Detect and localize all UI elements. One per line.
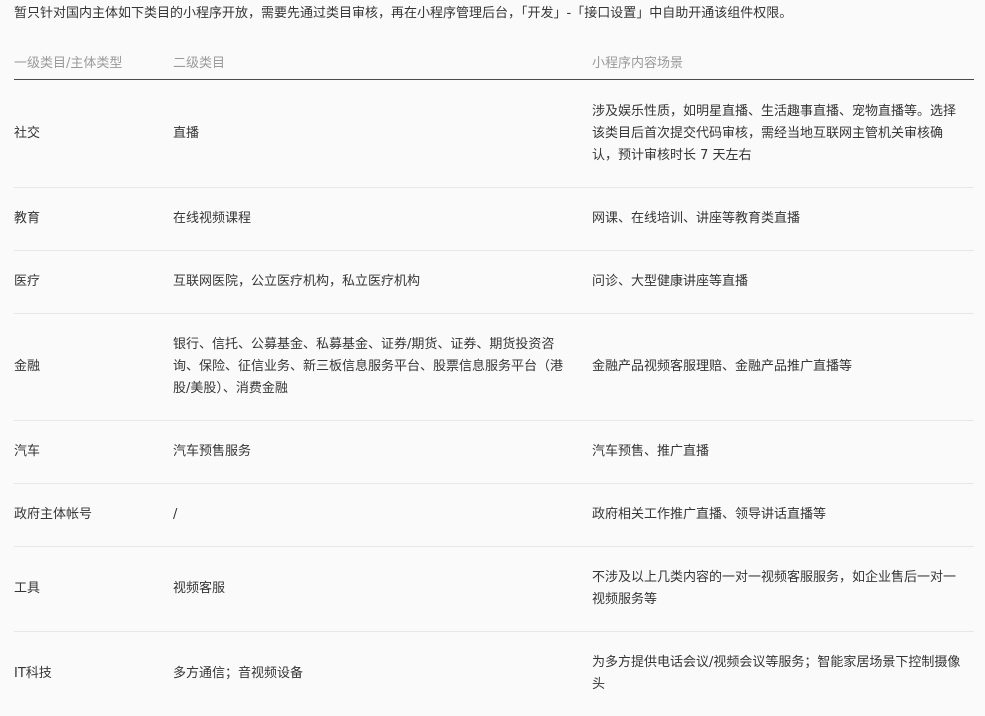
page: 暂只针对国内主体如下类目的小程序开放，需要先通过类目审核，再在小程序管理后台，「… — [0, 0, 985, 712]
cell-scene: 问诊、大型健康讲座等直播 — [592, 250, 974, 314]
cell-scene: 网课、在线培训、讲座等教育类直播 — [592, 187, 974, 251]
header-scene: 小程序内容场景 — [592, 44, 974, 80]
cell-subcategory: 汽车预售服务 — [173, 420, 592, 484]
table-row: 汽车 汽车预售服务 汽车预售、推广直播 — [14, 420, 974, 484]
cell-category: 社交 — [14, 79, 173, 188]
table-row: 政府主体帐号 / 政府相关工作推广直播、领导讲话直播等 — [14, 483, 974, 547]
cell-subcategory: / — [173, 483, 592, 547]
cell-scene: 涉及娱乐性质，如明星直播、生活趣事直播、宠物直播等。选择该类目后首次提交代码审核… — [592, 79, 974, 188]
cell-category: 工具 — [14, 546, 173, 632]
cell-category: 教育 — [14, 187, 173, 251]
header-subcategory: 二级类目 — [173, 44, 592, 80]
table-row: 金融 银行、信托、公募基金、私募基金、证券/期货、证券、期货投资咨询、保险、征信… — [14, 313, 974, 421]
table-header-row: 一级类目/主体类型 二级类目 小程序内容场景 — [14, 44, 974, 80]
table-row: 社交 直播 涉及娱乐性质，如明星直播、生活趣事直播、宠物直播等。选择该类目后首次… — [14, 79, 974, 188]
intro-text: 暂只针对国内主体如下类目的小程序开放，需要先通过类目审核，再在小程序管理后台，「… — [14, 6, 793, 21]
category-table: 一级类目/主体类型 二级类目 小程序内容场景 社交 直播 涉及娱乐性质，如明星直… — [14, 44, 974, 716]
header-category: 一级类目/主体类型 — [14, 44, 173, 80]
cell-scene: 为多方提供电话会议/视频会议等服务；智能家居场景下控制摄像头 — [592, 654, 961, 692]
table-row: 教育 在线视频课程 网课、在线培训、讲座等教育类直播 — [14, 187, 974, 251]
cell-subcategory: 直播 — [173, 79, 592, 188]
cell-subcategory: 在线视频课程 — [173, 187, 592, 251]
table-row: IT科技 多方通信；音视频设备 为多方提供电话会议/视频会议等服务；智能家居场景… — [14, 632, 974, 716]
cell-scene: 金融产品视频客服理赔、金融产品推广直播等 — [592, 313, 974, 421]
cell-scene: 不涉及以上几类内容的一对一视频客服服务，如企业售后一对一视频服务等 — [592, 546, 974, 632]
cell-subcategory: 互联网医院，公立医疗机构，私立医疗机构 — [173, 250, 592, 314]
cell-category: IT科技 — [14, 665, 52, 681]
cell-subcategory: 视频客服 — [173, 546, 592, 632]
cell-category: 金融 — [14, 313, 173, 421]
cell-subcategory: 银行、信托、公募基金、私募基金、证券/期货、证券、期货投资咨询、保险、征信业务、… — [173, 313, 592, 421]
cell-scene: 政府相关工作推广直播、领导讲话直播等 — [592, 483, 974, 547]
table-row: 工具 视频客服 不涉及以上几类内容的一对一视频客服服务，如企业售后一对一视频服务… — [14, 546, 974, 632]
cell-category: 汽车 — [14, 420, 173, 484]
cell-category: 政府主体帐号 — [14, 483, 173, 547]
table-row: 医疗 互联网医院，公立医疗机构，私立医疗机构 问诊、大型健康讲座等直播 — [14, 250, 974, 314]
cell-subcategory: 多方通信；音视频设备 — [173, 665, 304, 681]
cell-scene: 汽车预售、推广直播 — [592, 420, 974, 484]
cell-category: 医疗 — [14, 250, 173, 314]
